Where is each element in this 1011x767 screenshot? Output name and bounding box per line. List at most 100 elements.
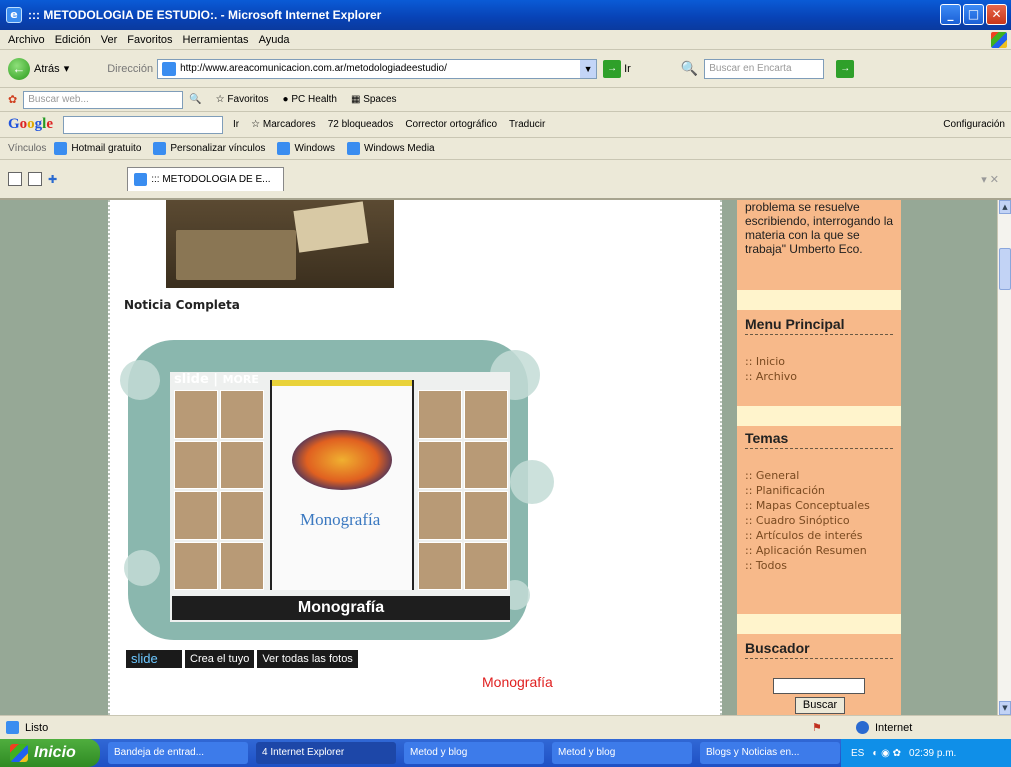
menu-item-inicio[interactable]: :: Inicio [745,354,895,369]
go-arrow-icon[interactable]: → [603,59,622,78]
google-logo[interactable]: Google [8,116,53,133]
favoritos-button[interactable]: ☆ Favoritos [216,94,269,105]
tray-icons[interactable]: ◐ ◉ ✿ [872,748,901,759]
new-tab-icon[interactable]: ✚ [48,173,57,186]
thumbnail [418,440,462,489]
windows-flag-icon [10,744,28,762]
popup-blocker-icon[interactable]: ⚑ [812,721,822,734]
zone-label: Internet [875,721,913,734]
spaces-label: Spaces [363,94,397,105]
chevron-down-icon[interactable]: ▾ [64,62,70,75]
noticia-completa-link[interactable]: Noticia Completa [124,298,240,312]
sidebar-quote: problema se resuelve escribiendo, interr… [745,200,894,256]
tema-aplicacion-resumen[interactable]: :: Aplicación Resumen [745,543,895,558]
encarta-go-icon[interactable]: → [836,59,855,78]
back-label: Atrás [34,62,60,75]
address-dropdown-icon[interactable]: ▼ [580,59,597,78]
encarta-search-input[interactable]: Buscar en Encarta [704,58,825,79]
thumbnail [418,491,462,540]
google-ir-button[interactable]: Ir [233,119,239,130]
slide-button[interactable]: slide [126,650,182,668]
pchealth-button[interactable]: ● PC Health [283,94,337,105]
marcadores-button[interactable]: ☆ Marcadores [251,119,316,130]
tema-mapas-conceptuales[interactable]: :: Mapas Conceptuales [745,498,895,513]
tema-todos[interactable]: :: Todos [745,558,895,573]
menu-archivo[interactable]: Archivo [8,34,45,46]
quick-tabs-icon[interactable] [8,172,22,186]
menu-herramientas[interactable]: Herramientas [183,34,249,46]
traducir-button[interactable]: Traducir [509,119,545,130]
address-field[interactable]: http://www.areacomunicacion.com.ar/metod… [157,58,598,79]
close-button[interactable]: ✕ [986,4,1007,25]
google-search-input[interactable] [63,115,224,134]
minimize-button[interactable]: _ [940,4,961,25]
monografia-link[interactable]: Monografía [482,674,553,690]
bloqueados-button[interactable]: 72 bloqueados [328,119,394,130]
link-personalizar[interactable]: Personalizar vínculos [153,142,265,155]
language-indicator[interactable]: ES [851,748,864,759]
tema-general[interactable]: :: General [745,468,895,483]
task-metod-blog-2[interactable]: Metod y blog [552,742,692,764]
title-bar[interactable]: e ::: METODOLOGIA DE ESTUDIO:. - Microso… [0,0,1011,30]
tema-cuadro-sinoptico[interactable]: :: Cuadro Sinóptico [745,513,895,528]
link-windows-media[interactable]: Windows Media [347,142,435,155]
slideshow-main-image [270,380,414,590]
page-icon [277,142,291,155]
ver-todas-fotos-button[interactable]: Ver todas las fotos [257,650,358,668]
scroll-thumb[interactable] [999,248,1011,290]
go-label[interactable]: Ir [624,63,631,75]
scroll-down-icon[interactable]: ▼ [999,701,1011,715]
globe-icon [856,721,869,734]
abstract-art [292,430,392,490]
page-viewport[interactable]: Noticia Completa slide | MORE Monografía… [0,200,1011,715]
menu-item-archivo[interactable]: :: Archivo [745,369,895,384]
start-button[interactable]: Inicio [0,739,100,767]
links-bar: Vínculos Hotmail gratuito Personalizar v… [0,138,1011,160]
tab-metodologia[interactable]: ::: METODOLOGIA DE E... [127,167,284,191]
menu-favoritos[interactable]: Favoritos [127,34,172,46]
menu-ayuda[interactable]: Ayuda [259,34,290,46]
close-tab-icon[interactable]: ▾ ✕ [981,173,999,186]
spaces-button[interactable]: ▦ Spaces [351,94,397,105]
msn-icon[interactable]: ✿ [8,93,17,106]
thumbnail [174,440,218,489]
task-bandeja[interactable]: Bandeja de entrad... [108,742,248,764]
link-hotmail[interactable]: Hotmail gratuito [54,142,141,155]
task-internet-explorer[interactable]: 4 Internet Explorer [256,742,396,764]
window-title: ::: METODOLOGIA DE ESTUDIO:. - Microsoft… [28,8,382,22]
task-metod-blog-1[interactable]: Metod y blog [404,742,544,764]
web-search-input[interactable]: Buscar web... [23,90,184,109]
maximize-button[interactable]: □ [963,4,984,25]
configuracion-button[interactable]: Configuración [943,119,1005,130]
corrector-button[interactable]: Corrector ortográfico [405,119,497,130]
back-button[interactable]: ← Atrás ▾ [8,57,70,80]
menu-ver[interactable]: Ver [101,34,118,46]
tema-planificacion[interactable]: :: Planificación [745,483,895,498]
windows-logo-icon [991,32,1007,48]
menu-edicion[interactable]: Edición [55,34,91,46]
thumbnail [174,491,218,540]
scroll-up-icon[interactable]: ▲ [999,200,1011,214]
sidebar-divider [737,614,901,634]
menu-principal-heading: Menu Principal [745,316,893,335]
crea-el-tuyo-button[interactable]: Crea el tuyo [185,650,255,668]
back-arrow-icon: ← [8,57,30,80]
sidebar-divider [737,406,901,426]
temas-list: :: General :: Planificación :: Mapas Con… [745,468,895,573]
page-icon [347,142,361,155]
clock[interactable]: 02:39 p.m. [909,748,956,759]
address-label: Dirección [107,62,154,75]
buscar-button[interactable]: Buscar [795,697,845,714]
bubble-decoration [120,360,160,400]
tab-list-icon[interactable] [28,172,42,186]
search-icon[interactable]: 🔍 [189,94,201,105]
thumbnail [464,390,508,439]
buscador-input[interactable] [773,678,865,694]
tema-articulos[interactable]: :: Artículos de interés [745,528,895,543]
link-windows[interactable]: Windows [277,142,335,155]
task-blogs-noticias[interactable]: Blogs y Noticias en... [700,742,840,764]
slide-logo[interactable]: slide | MORE [174,372,259,387]
navigation-bar: ← Atrás ▾ Dirección http://www.areacomun… [0,50,1011,88]
vertical-scrollbar[interactable]: ▲ ▼ [997,200,1011,715]
address-url[interactable]: http://www.areacomunicacion.com.ar/metod… [180,63,447,74]
